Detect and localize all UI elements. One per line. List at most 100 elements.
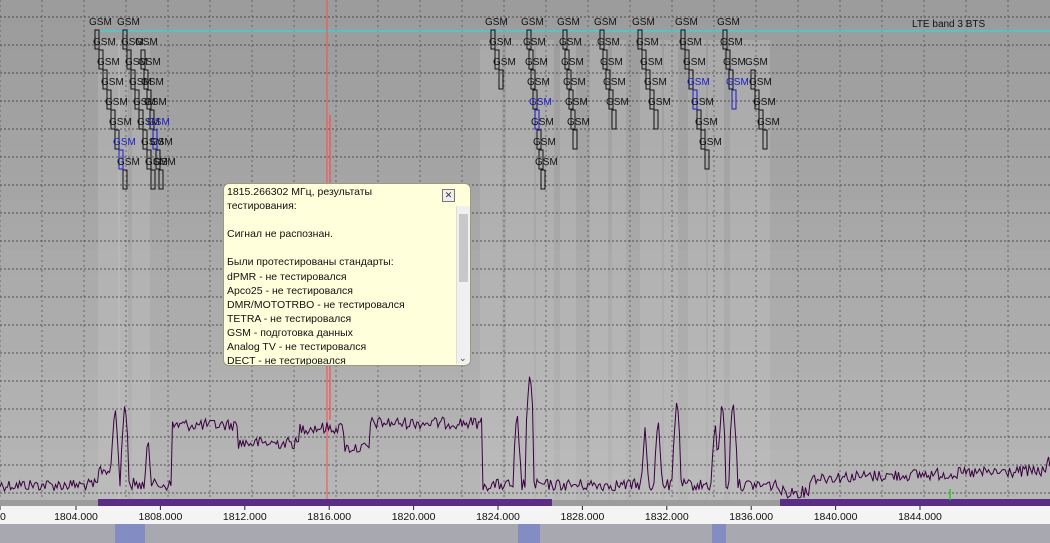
axis-tick-label: 00 — [0, 511, 6, 523]
gsm-marker-label[interactable]: GSM — [101, 77, 124, 88]
gsm-marker-label[interactable]: GSM — [726, 77, 749, 88]
gsm-marker-label[interactable]: GSM — [594, 17, 617, 28]
gsm-marker-label[interactable]: GSM — [644, 77, 667, 88]
gsm-marker-label[interactable]: GSM — [117, 157, 140, 168]
gsm-marker-label[interactable]: GSM — [147, 117, 170, 128]
gsm-marker-label[interactable]: GSM — [600, 57, 623, 68]
gsm-marker-label[interactable]: GSM — [153, 157, 176, 168]
tooltip-line: Analog TV - не тестировался — [227, 341, 367, 354]
gsm-marker-label[interactable]: GSM — [144, 97, 167, 108]
gsm-marker-label[interactable]: GSM — [93, 37, 116, 48]
gsm-marker-label[interactable]: GSM — [557, 17, 580, 28]
gsm-marker-label[interactable]: GSM — [679, 37, 702, 48]
gsm-marker-label[interactable]: GSM — [89, 17, 112, 28]
gsm-marker-label[interactable]: GSM — [559, 37, 582, 48]
axis-tick-label: 1804.000 — [54, 511, 98, 523]
tooltip-line: Были протестированы стандарты: — [227, 256, 394, 269]
gsm-marker-label[interactable]: GSM — [113, 137, 136, 148]
gsm-marker-label[interactable]: GSM — [720, 37, 743, 48]
gsm-marker-label[interactable]: GSM — [521, 17, 544, 28]
tooltip-line: GSM - подготовка данных — [227, 326, 353, 339]
gsm-marker-label[interactable]: GSM — [141, 77, 164, 88]
tooltip-line: TETRA - не тестировался — [227, 312, 352, 325]
gsm-marker-label[interactable]: GSM — [691, 97, 714, 108]
gsm-marker-label[interactable]: GSM — [640, 57, 663, 68]
gsm-marker-label[interactable]: GSM — [699, 137, 722, 148]
axis-tick-label: 1824.000 — [476, 511, 520, 523]
axis-tick-label: 1812.000 — [223, 511, 267, 523]
gsm-marker-label[interactable]: GSM — [632, 17, 655, 28]
gsm-marker-label[interactable]: GSM — [675, 17, 698, 28]
waterfall-signal — [115, 524, 145, 543]
gsm-marker-label[interactable]: GSM — [105, 97, 128, 108]
segment-bar — [98, 499, 552, 506]
lte-band-label: LTE band 3 BTS — [912, 19, 986, 30]
waterfall-signal — [712, 524, 726, 543]
close-icon[interactable]: ✕ — [442, 189, 455, 202]
gsm-marker-label[interactable]: GSM — [529, 97, 552, 108]
gsm-marker-label[interactable]: GSM — [561, 57, 584, 68]
gsm-marker-label[interactable]: GSM — [525, 57, 548, 68]
tooltip-line: Сигнал не распознан. — [227, 228, 334, 241]
tooltip-line: dPMR - не тестировался — [227, 270, 347, 283]
tooltip-line: DMR/MOTOTRBO - не тестировался — [227, 298, 405, 311]
gsm-marker-label[interactable]: GSM — [523, 37, 546, 48]
tooltip-line: тестирования: — [227, 200, 297, 213]
gsm-marker-label[interactable]: GSM — [565, 97, 588, 108]
gsm-marker-label[interactable]: GSM — [138, 57, 161, 68]
gsm-marker-label[interactable]: GSM — [603, 77, 626, 88]
axis-tick-label: 1828.000 — [561, 511, 605, 523]
channel-band — [506, 40, 534, 500]
tooltip-line: 1815.266302 МГц, результаты — [227, 186, 373, 198]
gsm-marker-label[interactable]: GSM — [717, 17, 740, 28]
segment-bar — [780, 499, 1050, 506]
axis-tick-label: 1844.000 — [898, 511, 942, 523]
channel-band — [480, 40, 502, 500]
gsm-marker-label[interactable]: GSM — [723, 57, 746, 68]
gsm-marker-label[interactable]: GSM — [531, 117, 554, 128]
gsm-marker-label[interactable]: GSM — [757, 117, 780, 128]
axis-tick-label: 1832.000 — [645, 511, 689, 523]
scroll-down-icon[interactable]: ⌄ — [459, 353, 467, 364]
gsm-marker-label[interactable]: GSM — [533, 137, 556, 148]
gsm-marker-label[interactable]: GSM — [485, 17, 508, 28]
channel-band — [590, 40, 608, 500]
tooltip-line: DECT - не тестировался — [227, 355, 346, 366]
gsm-marker-label[interactable]: GSM — [753, 97, 776, 108]
gsm-marker-label[interactable]: GSM — [563, 77, 586, 88]
gsm-marker-label[interactable]: GSM — [648, 97, 671, 108]
tooltip-line — [227, 213, 459, 227]
tooltip-scrollbar[interactable]: ⌄ — [456, 206, 470, 364]
channel-band — [560, 40, 576, 500]
gsm-marker-label[interactable]: GSM — [109, 117, 132, 128]
channel-band — [612, 40, 626, 500]
tooltip-line — [227, 241, 459, 255]
channel-band — [664, 40, 678, 500]
gsm-marker-label[interactable]: GSM — [683, 57, 706, 68]
spectrum-view[interactable]: LTE band 3 BTS GSM GSM GSM GSM GSM GSM GSM GSM G… — [0, 0, 1050, 543]
gsm-marker-label[interactable]: GSM — [636, 37, 659, 48]
gsm-marker-label[interactable]: GSM — [117, 17, 140, 28]
gsm-marker-label[interactable]: GSM — [749, 77, 772, 88]
tooltip-text: 1815.266302 МГц, результаты тестирования:… — [227, 185, 459, 366]
axis-tick-label: 1816.000 — [307, 511, 351, 523]
scroll-thumb[interactable] — [459, 214, 468, 282]
waterfall-signal — [518, 524, 540, 543]
gsm-marker-label[interactable]: GSM — [493, 57, 516, 68]
channel-band — [536, 40, 554, 500]
gsm-marker-label[interactable]: GSM — [97, 57, 120, 68]
gsm-marker-label[interactable]: GSM — [135, 37, 158, 48]
gsm-marker-label[interactable]: GSM — [150, 137, 173, 148]
axis-tick-label: 1836.000 — [729, 511, 773, 523]
gsm-marker-label[interactable]: GSM — [745, 57, 768, 68]
signal-info-tooltip[interactable]: 1815.266302 МГц, результаты тестирования:… — [223, 183, 471, 366]
gsm-marker-label[interactable]: GSM — [695, 117, 718, 128]
gsm-marker-label[interactable]: GSM — [535, 157, 558, 168]
gsm-marker-label[interactable]: GSM — [527, 77, 550, 88]
gsm-marker-label[interactable]: GSM — [606, 97, 629, 108]
gsm-marker-label[interactable]: GSM — [567, 117, 590, 128]
gsm-marker-label[interactable]: GSM — [597, 37, 620, 48]
gsm-marker-label[interactable]: GSM — [489, 37, 512, 48]
gsm-marker-label[interactable]: GSM — [687, 77, 710, 88]
axis-tick-label: 1820.000 — [392, 511, 436, 523]
